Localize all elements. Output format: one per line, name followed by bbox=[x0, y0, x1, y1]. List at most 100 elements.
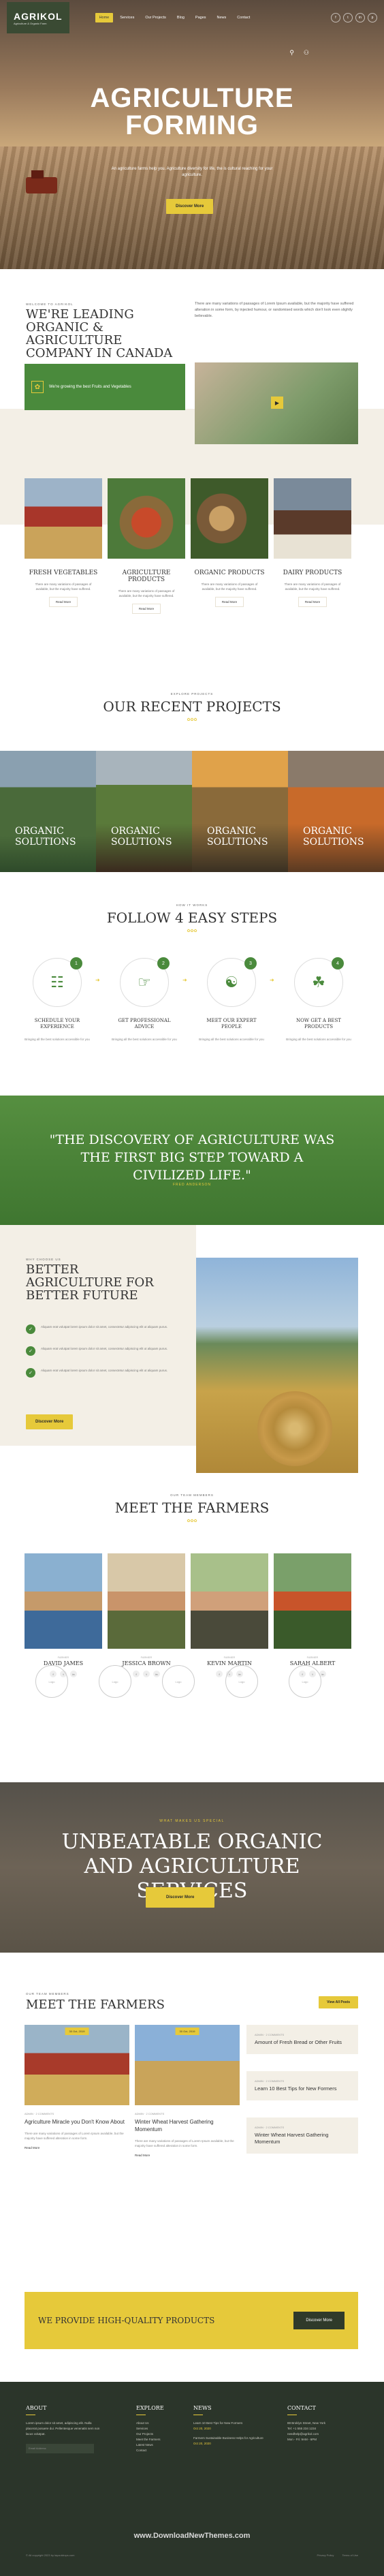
nav-item-projects[interactable]: Our Projects bbox=[141, 13, 170, 22]
partner-logos: Logo Logo Logo Logo Logo bbox=[35, 1665, 321, 1698]
project-item[interactable]: ORGANIC SOLUTIONS bbox=[0, 751, 96, 872]
cta-button[interactable]: Discover More bbox=[293, 2312, 345, 2329]
arrow-icon: ➜ bbox=[182, 977, 187, 983]
farmer-role: FARMER bbox=[306, 1656, 319, 1659]
why-discover-button[interactable]: Discover More bbox=[26, 1414, 74, 1429]
side-post-meta: ADMIN · 2 COMMENTS bbox=[255, 2126, 285, 2129]
post-title[interactable]: Agriculture Miracle you Don't Know About bbox=[25, 2118, 129, 2126]
card-image-potatoes bbox=[191, 478, 268, 559]
hero-section: AGRIKOL Agriculture & Organic Farm Home … bbox=[0, 0, 384, 269]
footer-about-text: Lorem ipsum dolor sit amet, adipiscing e… bbox=[26, 2421, 100, 2436]
side-post[interactable]: ADMIN · 2 COMMENTS Learn 10 Best Tips fo… bbox=[246, 2071, 358, 2100]
side-post-title: Winter Wheat Harvest Gathering Momentum bbox=[255, 2132, 329, 2145]
newsletter-email-input[interactable]: Email Address bbox=[26, 2444, 94, 2453]
farmer-photo bbox=[191, 1553, 268, 1649]
facebook-icon[interactable]: f bbox=[331, 13, 340, 22]
footer-news-title[interactable]: Learn 10 Best Tips for New Formers bbox=[193, 2421, 268, 2426]
nav-item-news[interactable]: News bbox=[213, 13, 231, 22]
footer-news-title[interactable]: Farmers Sustainable Business Helps for A… bbox=[193, 2436, 268, 2441]
post-excerpt: There are many variations of passages of… bbox=[25, 2132, 124, 2140]
post-read-more[interactable]: Read More bbox=[135, 2154, 240, 2157]
hero-discover-button[interactable]: Discover More bbox=[166, 199, 214, 214]
footer-link[interactable]: Services bbox=[136, 2426, 184, 2432]
footer-hours: Mon - Fri: 9AM - 6PM bbox=[287, 2438, 317, 2441]
post-image[interactable]: 30 Oct, 2019 bbox=[25, 2025, 129, 2105]
farmer-card: FARMER SARAH ALBERT f t in bbox=[274, 1553, 351, 1677]
arrow-icon: ➜ bbox=[95, 977, 100, 983]
project-title: ORGANIC SOLUTIONS bbox=[207, 826, 268, 848]
terms-link[interactable]: Terms of Use bbox=[342, 2554, 358, 2557]
play-icon[interactable]: ▶ bbox=[271, 397, 283, 409]
side-post-title: Learn 10 Best Tips for New Formers bbox=[255, 2085, 337, 2092]
pinterest-icon[interactable]: p bbox=[368, 13, 377, 22]
list-item: ✓ Aliquam erat volutpat lorem ipsum dolor… bbox=[26, 1346, 182, 1356]
hero-title: AGRICULTURE FORMING bbox=[0, 84, 384, 139]
side-post-meta: ADMIN · 2 COMMENTS bbox=[255, 2079, 285, 2083]
partner-logo[interactable]: Logo bbox=[225, 1665, 258, 1698]
side-post[interactable]: ADMIN · 2 COMMENTS Amount of Fresh Bread… bbox=[246, 2025, 358, 2054]
why-list: ✓ Aliquam erat volutpat lorem ipsum dolor… bbox=[26, 1324, 182, 1390]
list-item: ✓ Aliquam erat volutpat lorem ipsum dolor… bbox=[26, 1324, 182, 1334]
watermark-text: www.DownloadNewThemes.com bbox=[133, 2532, 251, 2540]
cta-banner: WE PROVIDE HIGH-QUALITY PRODUCTS Discove… bbox=[25, 2292, 358, 2349]
read-more-button[interactable]: Read More bbox=[298, 597, 327, 607]
step-desc: Bringing all the best solutions accessib… bbox=[286, 1038, 351, 1041]
footer-address: 88 Broklyn Street, New York bbox=[287, 2421, 326, 2425]
hero-title-line-2: FORMING bbox=[125, 110, 259, 140]
nav-item-blog[interactable]: Blog bbox=[173, 13, 189, 22]
card-image-dairy bbox=[274, 478, 351, 559]
check-icon: ✓ bbox=[26, 1368, 35, 1378]
step-item: ☘ 4 NOW GET A BEST PRODUCTS Bringing all … bbox=[286, 957, 351, 1042]
twitter-icon[interactable]: t bbox=[343, 13, 353, 22]
site-footer: ABOUT Lorem ipsum dolor sit amet, adipis… bbox=[0, 2382, 384, 2576]
blog-heading: MEET THE FARMERS bbox=[26, 1998, 165, 2012]
site-logo[interactable]: AGRIKOL Agriculture & Organic Farm bbox=[7, 2, 69, 33]
leaf-divider-icon: ✿✿✿ bbox=[187, 929, 197, 933]
nav-item-home[interactable]: Home bbox=[95, 13, 114, 22]
footer-link[interactable]: Meet the Farmers bbox=[136, 2437, 184, 2442]
footer-link[interactable]: About Us bbox=[136, 2421, 184, 2426]
project-item[interactable]: ORGANIC SOLUTIONS bbox=[288, 751, 384, 872]
post-image[interactable]: 30 Oct, 2019 bbox=[135, 2025, 240, 2105]
footer-link[interactable]: Contact bbox=[136, 2448, 184, 2453]
about-heading: WE'RE LEADING ORGANIC & AGRICULTURE COMP… bbox=[26, 307, 173, 360]
search-icon[interactable]: ⚲ bbox=[289, 49, 294, 57]
about-paragraph: There are many variations of passages of… bbox=[195, 302, 354, 318]
project-item[interactable]: ORGANIC SOLUTIONS bbox=[96, 751, 192, 872]
project-item[interactable]: ORGANIC SOLUTIONS bbox=[192, 751, 288, 872]
about-kicker: WELCOME TO AGRIKOL bbox=[26, 302, 74, 306]
read-more-button[interactable]: Read More bbox=[215, 597, 244, 607]
footer-email[interactable]: needhelp@agrikol.com bbox=[287, 2432, 362, 2437]
privacy-link[interactable]: Privacy Policy bbox=[317, 2554, 334, 2557]
footer-contact-heading: CONTACT bbox=[287, 2405, 316, 2411]
list-text: Aliquam erat volutpat lorem ipsum dolor … bbox=[41, 1369, 168, 1372]
read-more-button[interactable]: Read More bbox=[49, 597, 78, 607]
farmer-role: FARMER bbox=[223, 1656, 236, 1659]
read-more-button[interactable]: Read More bbox=[132, 604, 161, 614]
side-post[interactable]: ADMIN · 2 COMMENTS Winter Wheat Harvest … bbox=[246, 2117, 358, 2154]
farmer-role: FARMER bbox=[140, 1656, 153, 1659]
farmer-role: FARMER bbox=[57, 1656, 69, 1659]
partner-logo[interactable]: Logo bbox=[289, 1665, 321, 1698]
nav-item-services[interactable]: Services bbox=[116, 13, 138, 22]
footer-explore-heading: EXPLORE bbox=[136, 2405, 164, 2411]
card-text: There are many variations of passages of… bbox=[118, 589, 175, 598]
post-read-more[interactable]: Read More bbox=[25, 2146, 129, 2150]
step-desc: Bringing all the best solutions accessib… bbox=[199, 1038, 264, 1041]
services-discover-button[interactable]: Discover More bbox=[146, 1887, 215, 1908]
feature-text: We're growing the best Fruits and Vegeta… bbox=[49, 384, 131, 389]
nav-item-contact[interactable]: Contact bbox=[233, 13, 254, 22]
footer-link[interactable]: Latest News bbox=[136, 2442, 184, 2448]
nav-item-pages[interactable]: Pages bbox=[191, 13, 210, 22]
project-title: ORGANIC SOLUTIONS bbox=[111, 826, 172, 848]
view-all-posts-button[interactable]: View All Posts bbox=[319, 1996, 358, 2008]
partner-logo[interactable]: Logo bbox=[99, 1665, 131, 1698]
cart-icon[interactable]: ⚇ bbox=[304, 49, 309, 57]
post-title[interactable]: Winter Wheat Harvest Gathering Momentum bbox=[135, 2118, 240, 2133]
linkedin-icon[interactable]: in bbox=[355, 13, 365, 22]
footer-link[interactable]: Our Projects bbox=[136, 2432, 184, 2437]
partner-logo[interactable]: Logo bbox=[35, 1665, 68, 1698]
logo-text: AGRIKOL bbox=[14, 10, 63, 22]
post-meta: ADMIN · 2 COMMENTS bbox=[135, 2112, 165, 2115]
partner-logo[interactable]: Logo bbox=[162, 1665, 195, 1698]
